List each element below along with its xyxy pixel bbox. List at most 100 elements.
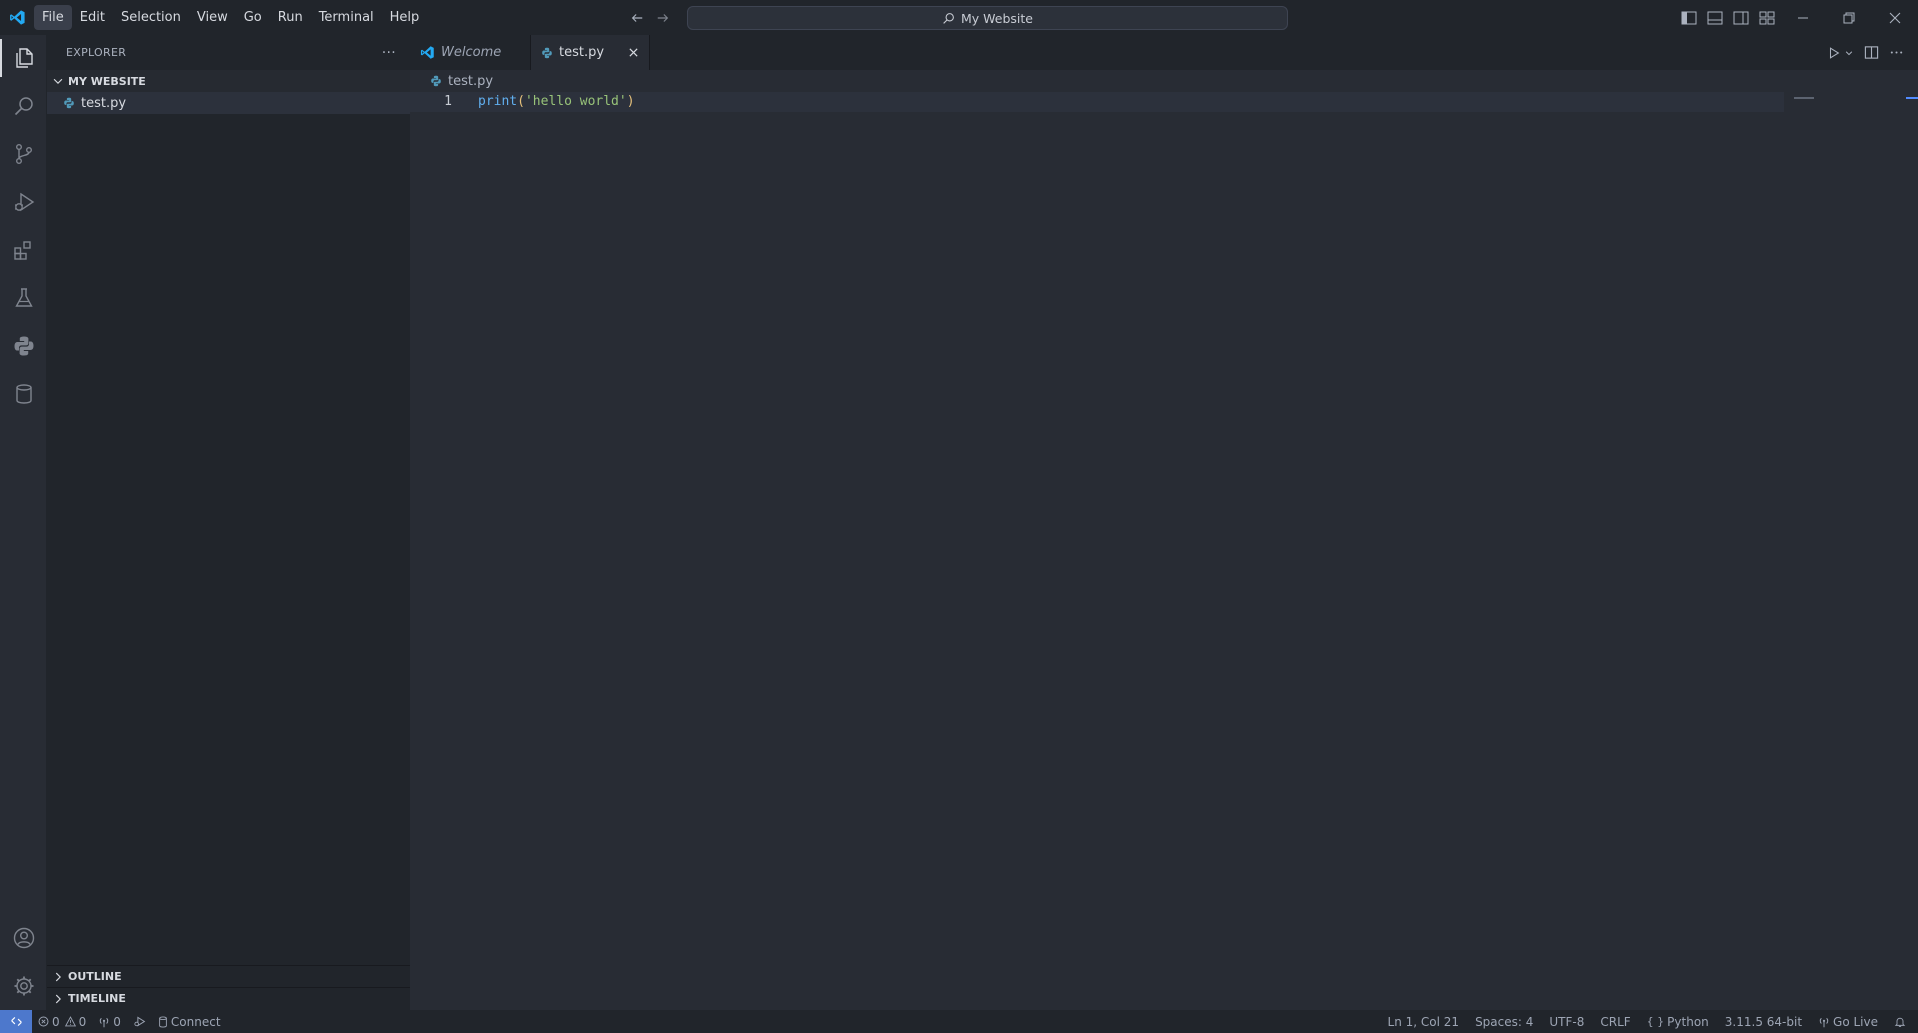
- database-icon[interactable]: [0, 371, 47, 417]
- remote-window-icon[interactable]: [0, 1010, 32, 1033]
- menu-run[interactable]: Run: [270, 5, 311, 30]
- close-window-icon[interactable]: [1872, 0, 1918, 35]
- testing-beaker-icon[interactable]: [0, 275, 47, 321]
- chevron-down-icon[interactable]: [1844, 48, 1854, 58]
- end-of-line[interactable]: CRLF: [1592, 1010, 1638, 1033]
- command-center-search[interactable]: My Website: [687, 6, 1288, 30]
- editor-area: Welcome test.py test.py 1 print('hello w…: [410, 35, 1918, 1010]
- command-center-label: My Website: [961, 10, 1033, 26]
- language-label: Python: [1667, 1014, 1709, 1029]
- menu-edit[interactable]: Edit: [72, 5, 113, 30]
- go-live-button[interactable]: Go Live: [1810, 1010, 1886, 1033]
- explorer-icon[interactable]: [0, 35, 47, 81]
- problems-indicator[interactable]: 0 0: [32, 1010, 92, 1033]
- outline-section[interactable]: OUTLINE: [47, 965, 410, 987]
- go-live-label: Go Live: [1833, 1014, 1878, 1029]
- language-mode[interactable]: { } Python: [1639, 1010, 1717, 1033]
- split-editor-icon[interactable]: [1864, 45, 1879, 60]
- close-tab-icon[interactable]: [628, 47, 639, 58]
- breadcrumb: test.py: [410, 70, 1918, 92]
- error-count: 0: [52, 1014, 60, 1029]
- menu-bar: File Edit Selection View Go Run Terminal…: [34, 0, 427, 35]
- broadcast-icon: [1818, 1016, 1830, 1028]
- tab-bar: Welcome test.py: [410, 35, 1918, 70]
- menu-file[interactable]: File: [34, 5, 72, 30]
- indentation[interactable]: Spaces: 4: [1467, 1010, 1541, 1033]
- tab-label: Welcome: [441, 45, 502, 60]
- breadcrumb-file[interactable]: test.py: [448, 74, 493, 89]
- braces-icon: { }: [1646, 1015, 1665, 1028]
- broadcast-icon: [98, 1016, 110, 1028]
- chevron-down-icon: [51, 74, 65, 88]
- activity-bar: [0, 35, 47, 1010]
- extensions-icon[interactable]: [0, 227, 47, 273]
- error-icon: [38, 1016, 49, 1027]
- toggle-secondary-sidebar-icon[interactable]: [1732, 9, 1750, 27]
- file-name: test.py: [81, 95, 127, 111]
- python-file-icon: [430, 75, 442, 87]
- menu-help[interactable]: Help: [382, 5, 428, 30]
- scrollbar-cursor-marker: [1906, 97, 1918, 99]
- warning-count: 0: [78, 1014, 87, 1029]
- timeline-label: TIMELINE: [68, 992, 126, 1005]
- restore-icon[interactable]: [1826, 0, 1872, 35]
- source-control-icon[interactable]: [0, 131, 47, 177]
- encoding[interactable]: UTF-8: [1541, 1010, 1592, 1033]
- token-open-paren: (: [517, 94, 525, 109]
- tab-test-py[interactable]: test.py: [531, 35, 650, 70]
- run-and-debug-icon[interactable]: [0, 179, 47, 225]
- connect-label: Connect: [170, 1014, 221, 1029]
- status-bar: 0 0 0 Connect Ln 1, Col 21 Spaces: 4 UTF…: [0, 1010, 1918, 1033]
- line-number: 1: [444, 94, 452, 109]
- forward-arrow-icon[interactable]: [650, 5, 676, 31]
- tab-welcome[interactable]: Welcome: [410, 35, 531, 70]
- python-file-icon: [63, 97, 75, 109]
- run-python-file-icon[interactable]: [1827, 46, 1854, 60]
- title-bar: File Edit Selection View Go Run Terminal…: [0, 0, 1918, 35]
- python-interpreter[interactable]: 3.11.5 64-bit: [1717, 1010, 1810, 1033]
- menu-view[interactable]: View: [189, 5, 236, 30]
- toggle-panel-icon[interactable]: [1706, 9, 1724, 27]
- token-function: print: [478, 94, 518, 109]
- tab-label: test.py: [559, 45, 605, 60]
- code-text: print('hello world'): [478, 92, 635, 112]
- python-icon[interactable]: [0, 323, 47, 369]
- account-icon[interactable]: [0, 915, 47, 961]
- back-arrow-icon[interactable]: [624, 5, 650, 31]
- menu-selection[interactable]: Selection: [113, 5, 189, 30]
- gear-icon[interactable]: [0, 963, 47, 1009]
- token-close-paren: ): [626, 94, 635, 109]
- search-view-icon[interactable]: [0, 83, 47, 129]
- sidebar-title: EXPLORER: [66, 46, 127, 59]
- folder-name: MY WEBSITE: [68, 74, 146, 88]
- token-string: 'hello world': [524, 94, 627, 109]
- minimize-icon[interactable]: [1780, 0, 1826, 35]
- menu-go[interactable]: Go: [236, 5, 270, 30]
- explorer-sidebar: EXPLORER ··· MY WEBSITE test.py OUTLINE …: [47, 35, 410, 1010]
- minimap[interactable]: [1794, 97, 1814, 99]
- search-icon: [942, 12, 955, 25]
- menu-terminal[interactable]: Terminal: [311, 5, 382, 30]
- python-file-icon: [541, 47, 553, 59]
- toggle-primary-sidebar-icon[interactable]: [1680, 9, 1698, 27]
- code-line-current[interactable]: 1 print('hello world'): [410, 92, 1784, 112]
- chevron-right-icon: [51, 970, 65, 984]
- file-item-test-py[interactable]: test.py: [47, 92, 410, 114]
- more-actions-button[interactable]: ···: [382, 45, 396, 61]
- warning-icon: [64, 1016, 76, 1027]
- more-actions-icon[interactable]: [1889, 45, 1904, 60]
- notifications-bell-icon[interactable]: [1886, 1010, 1918, 1033]
- database-icon: [158, 1015, 168, 1028]
- cursor-position[interactable]: Ln 1, Col 21: [1380, 1010, 1468, 1033]
- timeline-section[interactable]: TIMELINE: [47, 987, 410, 1009]
- connect-item[interactable]: Connect: [152, 1010, 227, 1033]
- folder-header-my-website[interactable]: MY WEBSITE: [47, 70, 410, 92]
- customize-layout-icon[interactable]: [1758, 9, 1776, 27]
- debug-launch-icon[interactable]: [127, 1010, 152, 1033]
- vscode-logo-icon: [420, 45, 435, 60]
- chevron-right-icon: [51, 992, 65, 1006]
- ports-indicator[interactable]: 0: [92, 1010, 127, 1033]
- outline-label: OUTLINE: [68, 970, 122, 983]
- vscode-logo-icon: [0, 0, 34, 35]
- code-editor[interactable]: 1 print('hello world'): [410, 92, 1918, 952]
